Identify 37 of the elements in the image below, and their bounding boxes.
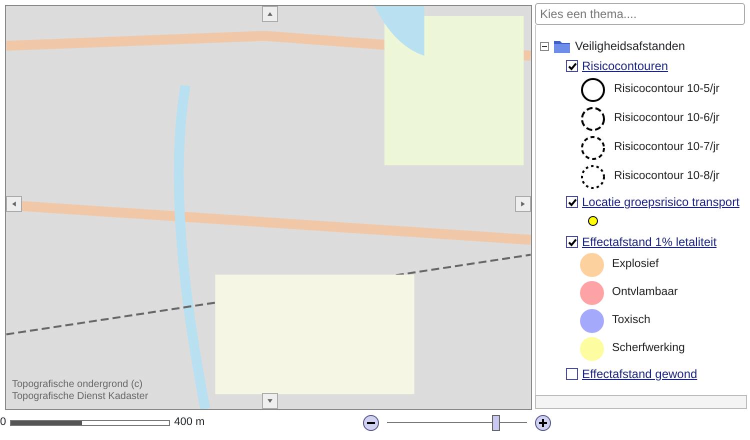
legend-label: Risicocontour 10-7/jr bbox=[614, 140, 720, 155]
layer-checkbox[interactable] bbox=[566, 236, 578, 248]
contour-circle-icon bbox=[580, 76, 606, 102]
layer-link[interactable]: Effectafstand gewond bbox=[582, 365, 698, 383]
legend-label: Scherfwerking bbox=[612, 341, 685, 356]
legend-label: Ontvlambaar bbox=[612, 285, 678, 300]
legend-label: Toxisch bbox=[612, 313, 650, 328]
right-arrow-button[interactable] bbox=[515, 196, 531, 212]
contour-circle-icon bbox=[580, 164, 606, 190]
zoom-in-button[interactable] bbox=[534, 414, 551, 430]
legend-label: Explosief bbox=[612, 257, 659, 272]
zoom-slider[interactable] bbox=[386, 414, 527, 430]
plus-icon bbox=[538, 418, 548, 428]
zoom-out-button[interactable] bbox=[362, 414, 379, 430]
left-arrow-button[interactable] bbox=[6, 196, 22, 212]
layer-checkbox[interactable] bbox=[566, 60, 578, 72]
up-arrow-button[interactable] bbox=[262, 6, 278, 22]
horizontal-scrollbar[interactable] bbox=[535, 395, 747, 409]
contour-circle-icon bbox=[580, 106, 606, 132]
theme-title: Veiligheidsafstanden bbox=[575, 38, 686, 55]
legend-label: Risicocontour 10-6/jr bbox=[614, 110, 720, 126]
attribution-text: Topografische Dienst Kadaster bbox=[12, 391, 148, 403]
layer-link[interactable]: Effectafstand 1% letaliteit bbox=[582, 233, 717, 251]
layer-link[interactable]: Locatie groepsrisico transport bbox=[582, 193, 740, 211]
layer-checkbox[interactable] bbox=[566, 196, 578, 208]
contour-circle-icon bbox=[580, 134, 606, 160]
attribution-text: Topografische ondergrond (c) bbox=[12, 379, 144, 391]
layer-checkbox[interactable] bbox=[566, 368, 578, 380]
folder-icon bbox=[553, 39, 571, 53]
down-arrow-button[interactable] bbox=[262, 393, 278, 409]
legend-label: Risicocontour 10-5/jr bbox=[614, 82, 720, 97]
scale-label: 0 bbox=[0, 415, 6, 430]
expand-toggle-icon[interactable] bbox=[540, 42, 549, 50]
scale-label: 400 m bbox=[174, 415, 205, 430]
layer-link[interactable]: Risicocontouren bbox=[582, 57, 668, 75]
theme-select-field[interactable]: Kies een thema.... bbox=[535, 3, 745, 25]
legend-label: Risicocontour 10-8/jr bbox=[614, 168, 720, 184]
